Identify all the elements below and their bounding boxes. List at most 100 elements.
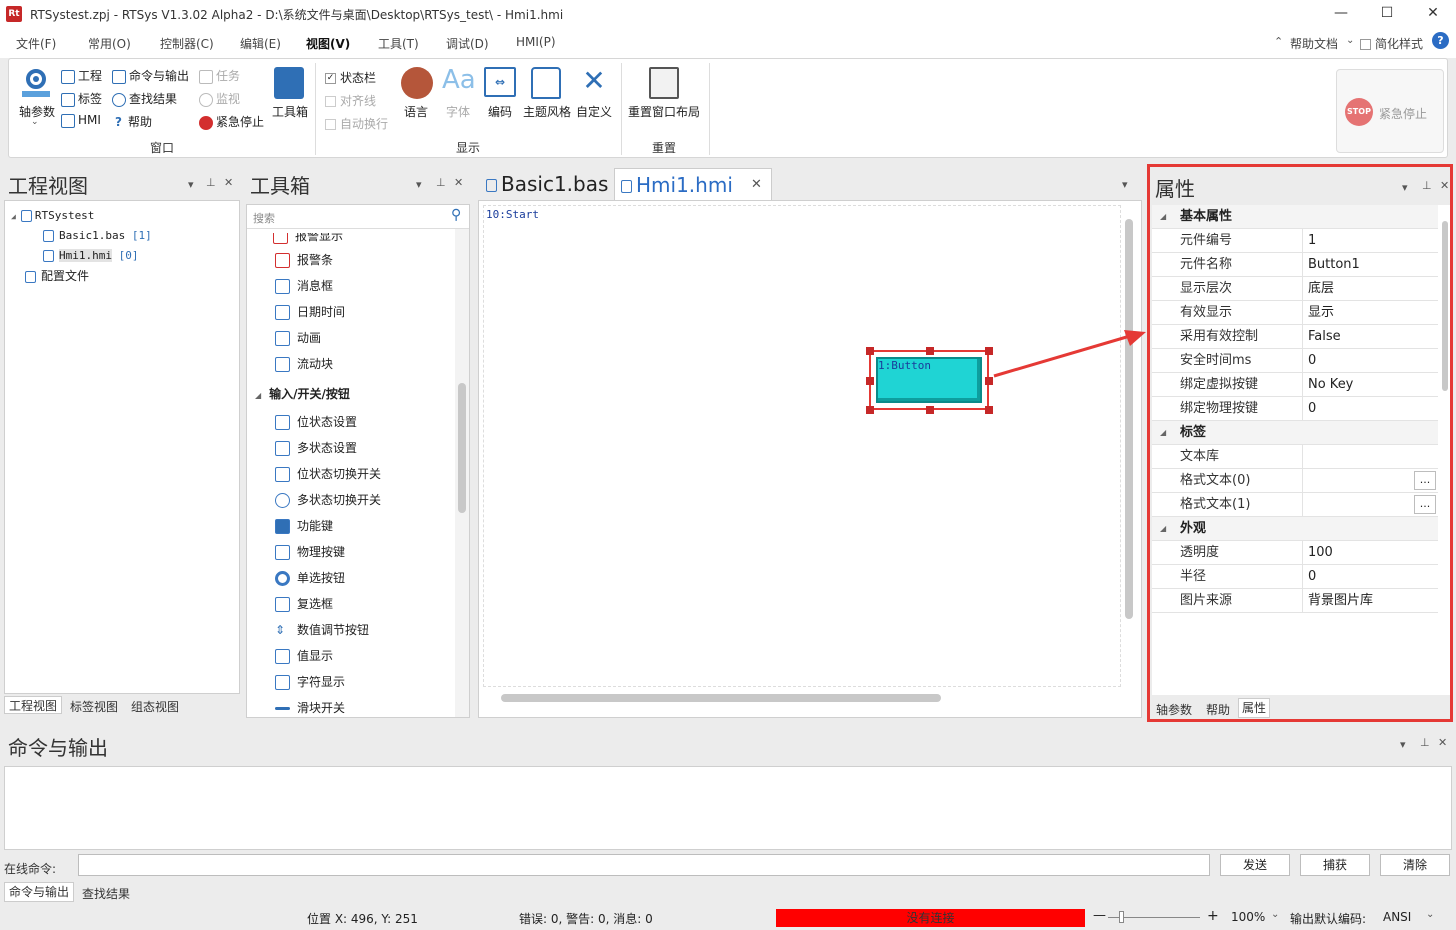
menu-edit[interactable]: 编辑(E): [240, 35, 281, 52]
capture-button[interactable]: 捕获: [1300, 854, 1370, 876]
search-icon[interactable]: ⚲: [451, 207, 461, 223]
tree-root[interactable]: ◢ RTSystest: [11, 209, 94, 222]
hmi-button-1[interactable]: 1:Button: [876, 357, 982, 403]
encoding-value[interactable]: ANSI: [1383, 910, 1411, 924]
minimize-button[interactable]: —: [1318, 0, 1364, 28]
property-value[interactable]: 0: [1308, 349, 1316, 372]
panel-menu-icon[interactable]: ▾: [1400, 738, 1406, 751]
property-row[interactable]: 文本库: [1152, 445, 1438, 469]
vertical-scrollbar[interactable]: [1440, 209, 1450, 609]
property-row[interactable]: 绑定物理按键 0: [1152, 397, 1438, 421]
close-icon[interactable]: ✕: [1438, 736, 1447, 749]
property-row[interactable]: 有效显示 显示: [1152, 301, 1438, 325]
tab-label-view[interactable]: 标签视图: [70, 698, 118, 715]
tool-item[interactable]: 功能键: [275, 517, 333, 534]
close-button[interactable]: ✕: [1410, 0, 1456, 28]
pin-icon[interactable]: ⊥: [206, 176, 216, 189]
resize-handle[interactable]: [866, 406, 874, 414]
chevron-down-icon[interactable]: ⌄: [1271, 909, 1279, 920]
resize-handle[interactable]: [926, 406, 934, 414]
font-icon[interactable]: Aa: [442, 65, 476, 95]
maximize-button[interactable]: ☐: [1364, 0, 1410, 28]
monitor-button[interactable]: 监视: [199, 90, 240, 107]
category-appearance[interactable]: ◢ 外观: [1152, 517, 1438, 541]
project-view-button[interactable]: 工程: [61, 67, 102, 84]
hmi-canvas[interactable]: 10:Start 1:Button: [483, 205, 1121, 687]
tool-item[interactable]: 多状态切换开关: [275, 491, 381, 508]
close-tab-icon[interactable]: ✕: [751, 169, 762, 201]
tab-cmd-output[interactable]: 命令与输出: [4, 882, 74, 902]
property-row[interactable]: 绑定虚拟按键 No Key: [1152, 373, 1438, 397]
tab-hmi1[interactable]: Hmi1.hmi ✕: [614, 168, 772, 201]
property-value[interactable]: Button1: [1308, 253, 1360, 276]
button-selection-box[interactable]: 1:Button: [866, 347, 993, 414]
property-row[interactable]: 元件编号 1: [1152, 229, 1438, 253]
close-icon[interactable]: ✕: [1440, 179, 1449, 192]
menu-debug[interactable]: 调试(D): [446, 35, 489, 52]
zoom-out-button[interactable]: —: [1093, 908, 1106, 923]
toolbox-category[interactable]: ◢ 输入/开关/按钮: [255, 385, 350, 402]
tool-item[interactable]: 多状态设置: [275, 439, 357, 456]
property-row[interactable]: 显示层次 底层: [1152, 277, 1438, 301]
zoom-in-button[interactable]: +: [1207, 908, 1219, 924]
zoom-slider-thumb[interactable]: [1119, 911, 1124, 923]
tab-basic1[interactable]: Basic1.bas: [480, 168, 614, 200]
tab-project-view[interactable]: 工程视图: [4, 696, 62, 714]
property-row[interactable]: 元件名称 Button1: [1152, 253, 1438, 277]
scrollbar[interactable]: [455, 229, 469, 717]
clear-button[interactable]: 清除: [1380, 854, 1450, 876]
tool-item[interactable]: 位状态设置: [275, 413, 357, 430]
help-button[interactable]: ? 帮助: [112, 113, 152, 130]
statusbar-checkbox[interactable]: ✓ 状态栏: [325, 69, 376, 86]
vertical-scrollbar[interactable]: [1123, 205, 1137, 689]
tab-list-icon[interactable]: ▾: [1122, 178, 1128, 191]
panel-menu-icon[interactable]: ▾: [188, 178, 194, 191]
tool-item[interactable]: 日期时间: [275, 303, 345, 320]
property-value[interactable]: 背景图片库: [1308, 589, 1373, 612]
tool-item[interactable]: ⇕ 数值调节按钮: [275, 621, 369, 638]
resize-handle[interactable]: [926, 347, 934, 355]
cmd-output-button[interactable]: 命令与输出: [112, 67, 189, 84]
tool-item[interactable]: 位状态切换开关: [275, 465, 381, 482]
hmi-button[interactable]: HMI: [61, 113, 101, 128]
tool-item[interactable]: 值显示: [275, 647, 333, 664]
search-input[interactable]: 搜索: [253, 210, 275, 226]
chevron-down-icon[interactable]: ⌄: [1426, 909, 1434, 920]
property-row[interactable]: 半径 0: [1152, 565, 1438, 589]
ellipsis-button[interactable]: ...: [1414, 495, 1436, 514]
pin-icon[interactable]: ⊥: [1420, 736, 1430, 749]
menu-common[interactable]: 常用(O): [88, 35, 131, 52]
output-text-area[interactable]: [4, 766, 1452, 850]
scrollbar-thumb[interactable]: [501, 694, 941, 702]
tool-alarm-display[interactable]: 报警显示: [273, 233, 343, 244]
menu-hmi[interactable]: HMI(P): [516, 35, 556, 49]
labels-button[interactable]: 标签: [61, 90, 102, 107]
task-button[interactable]: 任务: [199, 67, 240, 84]
window-layout-icon[interactable]: [649, 67, 679, 99]
pin-icon[interactable]: ⊥: [1422, 179, 1432, 192]
simple-style-checkbox[interactable]: 简化样式: [1360, 35, 1423, 52]
property-row[interactable]: 透明度 100: [1152, 541, 1438, 565]
menu-file[interactable]: 文件(F): [16, 35, 56, 52]
panel-menu-icon[interactable]: ▾: [1402, 181, 1408, 194]
property-value[interactable]: False: [1308, 325, 1341, 348]
tool-item[interactable]: 字符显示: [275, 673, 345, 690]
menu-view[interactable]: 视图(V): [306, 35, 350, 52]
tool-item[interactable]: 物理按键: [275, 543, 345, 560]
menu-controller[interactable]: 控制器(C): [160, 35, 214, 52]
tree-item-basic[interactable]: Basic1.bas [1]: [43, 229, 152, 242]
chevron-down-icon[interactable]: ⌄: [1346, 35, 1354, 46]
help-icon[interactable]: ?: [1432, 32, 1449, 49]
property-value[interactable]: 0: [1308, 565, 1316, 588]
panel-menu-icon[interactable]: ▾: [416, 178, 422, 191]
tab-find-results[interactable]: 查找结果: [82, 885, 130, 902]
property-value[interactable]: 0: [1308, 397, 1316, 420]
property-value[interactable]: 100: [1308, 541, 1333, 564]
resize-handle[interactable]: [985, 406, 993, 414]
search-box[interactable]: 搜索 ⚲: [247, 205, 469, 229]
property-row[interactable]: 格式文本(1)...: [1152, 493, 1438, 517]
category-label[interactable]: ◢ 标签: [1152, 421, 1438, 445]
category-basic[interactable]: ◢ 基本属性: [1152, 205, 1438, 229]
property-value[interactable]: 底层: [1308, 277, 1334, 300]
tab-help[interactable]: 帮助: [1206, 701, 1230, 718]
